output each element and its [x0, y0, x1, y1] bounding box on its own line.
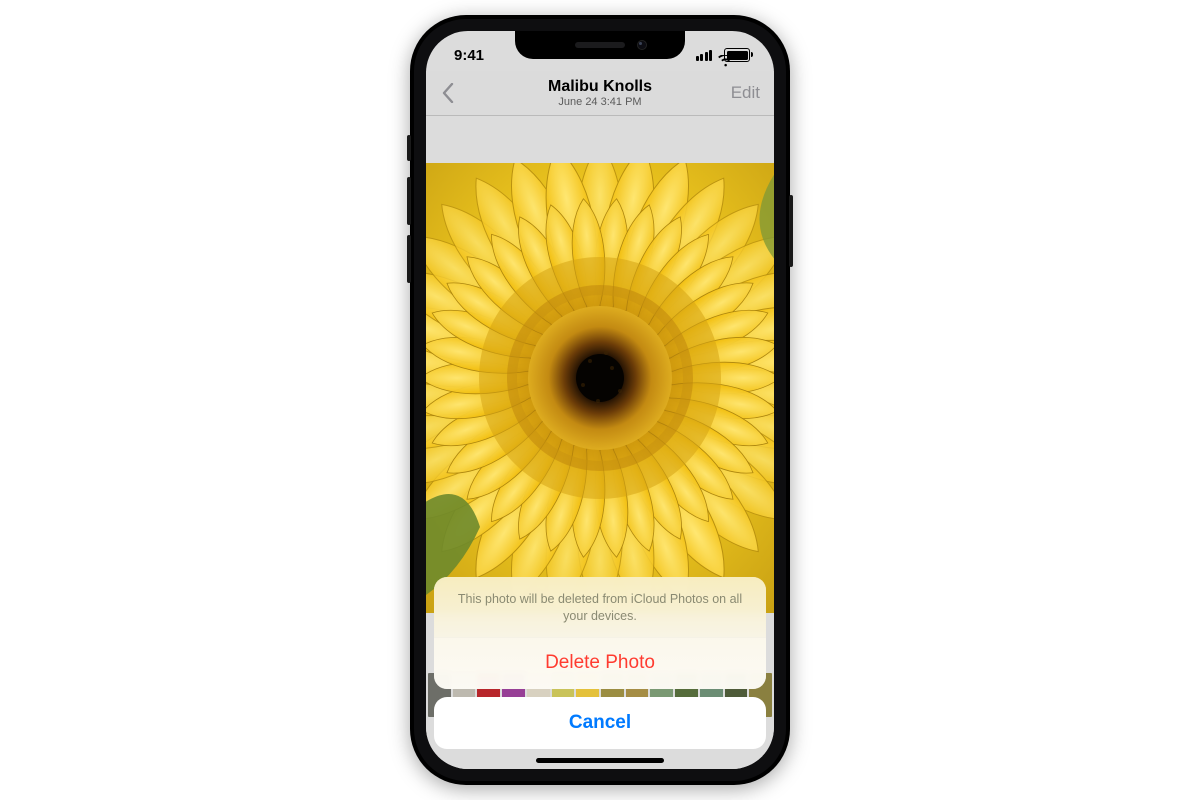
mute-switch[interactable] [407, 135, 411, 161]
phone-frame: 9:41 Malibu Knolls Jun [410, 15, 790, 785]
edit-button[interactable]: Edit [731, 83, 760, 103]
battery-icon [724, 48, 750, 62]
volume-down-button[interactable] [407, 235, 411, 283]
nav-title: Malibu Knolls [426, 78, 774, 96]
action-sheet: This photo will be deleted from iCloud P… [434, 577, 766, 749]
earpiece-speaker [575, 42, 625, 48]
power-button[interactable] [789, 195, 793, 267]
cellular-signal-icon [696, 50, 713, 61]
front-camera [637, 40, 647, 50]
status-icons [696, 48, 751, 62]
delete-photo-button[interactable]: Delete Photo [434, 637, 766, 689]
photo-top-gap [426, 115, 774, 163]
cancel-button[interactable]: Cancel [434, 697, 766, 749]
nav-bar: Malibu Knolls June 24 3:41 PM Edit [426, 71, 774, 116]
status-time: 9:41 [454, 47, 484, 64]
home-indicator[interactable] [536, 758, 664, 763]
volume-up-button[interactable] [407, 177, 411, 225]
nav-title-block: Malibu Knolls June 24 3:41 PM [426, 78, 774, 109]
action-sheet-group: This photo will be deleted from iCloud P… [434, 577, 766, 689]
back-button[interactable] [426, 71, 470, 115]
photo-content[interactable] [426, 163, 774, 613]
action-sheet-message: This photo will be deleted from iCloud P… [434, 577, 766, 637]
chevron-left-icon [442, 83, 454, 103]
notch [515, 31, 685, 59]
nav-subtitle: June 24 3:41 PM [426, 96, 774, 108]
screen: 9:41 Malibu Knolls Jun [426, 31, 774, 769]
